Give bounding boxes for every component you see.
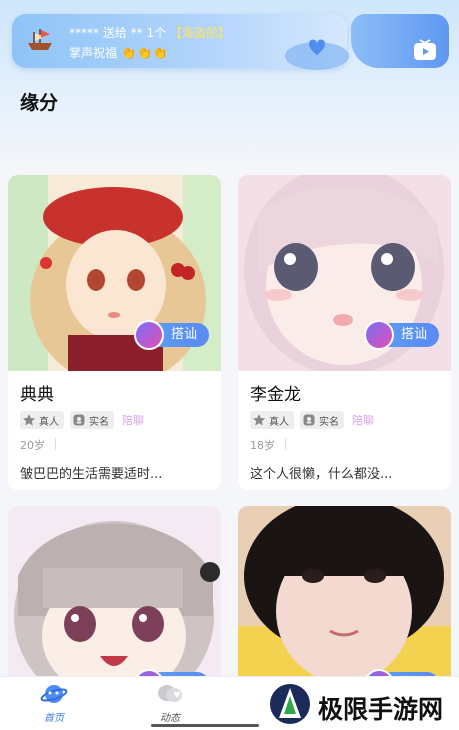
user-name: 典典 [20, 385, 54, 405]
verified-badge: 实名 [300, 411, 344, 429]
pirate-ship-icon [28, 29, 52, 50]
id-shield-icon [73, 414, 85, 426]
user-card[interactable]: 搭讪 [238, 506, 451, 702]
section-title: 缘分 [20, 88, 72, 115]
badge-row: 真人 实名 陪聊 [250, 411, 374, 429]
tab-moments[interactable]: 动态 [140, 681, 200, 727]
watermark-logo-icon [270, 684, 310, 724]
chat-up-label: 搭讪 [170, 327, 197, 342]
real-person-badge: 真人 [250, 411, 294, 429]
chat-bubbles-icon [158, 685, 182, 702]
tab-moments-label: 动态 [160, 713, 180, 724]
user-bio: 这个人很懒，什么都没... [250, 467, 393, 482]
planet-icon [40, 685, 68, 703]
user-card[interactable]: 搭讪 典典 真人 实名 陪聊 20岁 皱巴巴的生活需要适时... [8, 175, 221, 490]
gift-sender-text: ***** 送给 ** 1个 [69, 26, 167, 40]
user-name: 李金龙 [250, 385, 301, 405]
watermark: 极限手游网 [268, 682, 453, 726]
companion-chat-tag: 陪聊 [352, 414, 374, 427]
section-title-text: 缘分 [20, 92, 59, 114]
gift-broadcast-banner[interactable]: ***** 送给 ** 1个 【海盗船】 掌声祝福 👏👏👏 [12, 14, 349, 70]
divider [285, 438, 286, 450]
user-bio: 皱巴巴的生活需要适时... [20, 467, 163, 482]
real-person-label: 真人 [269, 416, 289, 428]
user-age: 18岁 [250, 439, 275, 452]
tv-play-icon [414, 39, 436, 60]
divider [55, 438, 56, 450]
chat-up-button[interactable]: 搭讪 [363, 320, 439, 350]
chat-up-label: 搭讪 [400, 327, 427, 342]
blessing-text: 掌声祝福 [69, 46, 118, 60]
verified-label: 实名 [89, 416, 109, 428]
badge-row: 真人 实名 陪聊 [20, 411, 144, 429]
gift-blessing: 掌声祝福 👏👏👏 [69, 44, 169, 61]
user-card[interactable]: 搭讪 李金龙 真人 实名 陪聊 18岁 这个人很懒，什么都没... [238, 175, 451, 490]
chat-bubble-icon [363, 320, 394, 350]
clap-icons: 👏👏👏 [121, 46, 169, 60]
chat-bubble-icon [133, 320, 164, 350]
verified-badge: 实名 [70, 411, 114, 429]
live-room-button[interactable] [351, 14, 449, 68]
real-person-badge: 真人 [20, 411, 64, 429]
star-icon [23, 414, 35, 426]
id-shield-icon [303, 414, 315, 426]
companion-chat-tag: 陪聊 [122, 414, 144, 427]
home-indicator [151, 724, 259, 727]
gift-name: 【海盗船】 [169, 26, 230, 40]
tab-home[interactable]: 首页 [24, 681, 84, 727]
cloud-heart-icon [285, 39, 349, 70]
gift-message: ***** 送给 ** 1个 【海盗船】 [69, 24, 230, 41]
user-age: 20岁 [20, 439, 45, 452]
star-icon [253, 414, 265, 426]
real-person-label: 真人 [39, 416, 59, 428]
verified-label: 实名 [319, 416, 339, 428]
chat-up-button[interactable]: 搭讪 [133, 320, 209, 350]
watermark-text: 极限手游网 [318, 695, 444, 724]
user-card[interactable]: 搭讪 [8, 506, 221, 702]
tab-home-label: 首页 [44, 713, 64, 724]
